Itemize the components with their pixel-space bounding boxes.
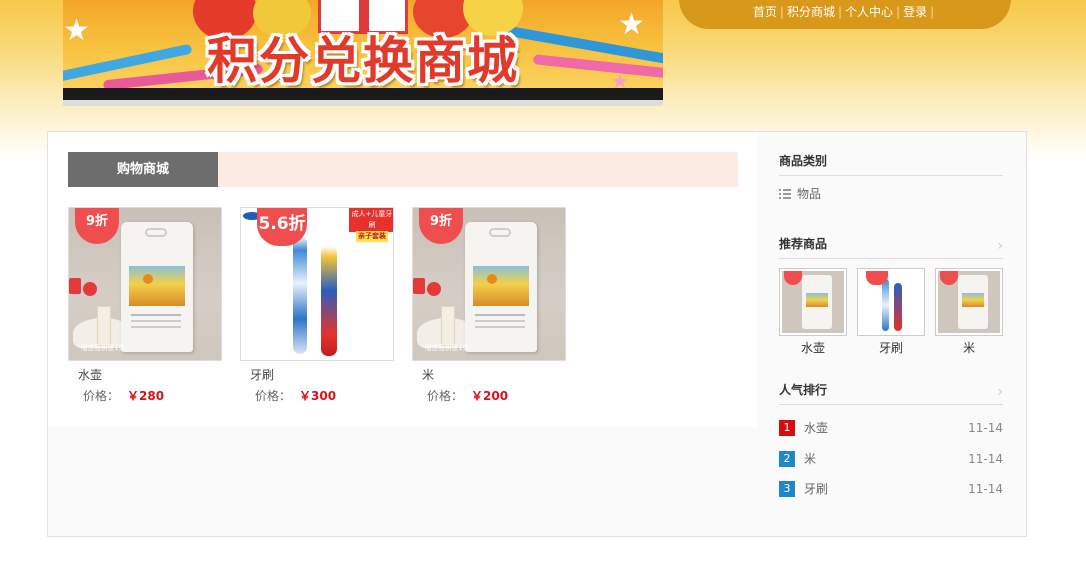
product-price-row: 价格： ￥280 bbox=[83, 388, 222, 404]
recommend-label[interactable]: 水壶 bbox=[779, 341, 847, 355]
discount-badge: 9折 bbox=[75, 208, 119, 244]
recommend-label[interactable]: 牙刷 bbox=[857, 341, 925, 355]
image-caption: 赠送瓶树篮1条 bbox=[81, 344, 126, 352]
popular-heading-text: 人气排行 bbox=[779, 383, 828, 397]
rank-number: 1 bbox=[779, 420, 795, 436]
product-card[interactable]: 5.6折 成人+儿童牙刷 亲子套装 牙刷 价格： ￥300 bbox=[240, 207, 394, 404]
gift-badge-icon bbox=[427, 282, 441, 296]
nav-home-link[interactable]: 首页 bbox=[753, 5, 777, 19]
toothbrush-blue-graphic bbox=[293, 236, 307, 354]
popular-rank-item[interactable]: 1 水壶 11-14 bbox=[779, 420, 1003, 436]
product-name[interactable]: 米 bbox=[422, 367, 566, 383]
recommend-thumb[interactable] bbox=[779, 268, 847, 336]
rank-name[interactable]: 牙刷 bbox=[804, 481, 828, 497]
gift-badge-icon bbox=[83, 282, 97, 296]
product-box-graphic bbox=[97, 306, 111, 346]
rank-name[interactable]: 米 bbox=[804, 451, 816, 467]
recommend-label[interactable]: 米 bbox=[935, 341, 1003, 355]
rank-number: 2 bbox=[779, 451, 795, 467]
category-item-goods[interactable]: 物品 bbox=[779, 185, 821, 203]
product-image[interactable]: 9折 赠送瓶树篮1条 bbox=[68, 207, 222, 361]
popular-heading: 人气排行 › bbox=[779, 381, 1003, 405]
rank-date: 11-14 bbox=[968, 482, 1003, 496]
promo-tag-icon bbox=[69, 278, 81, 294]
nav-separator: | bbox=[896, 5, 901, 19]
discount-badge: 9折 bbox=[419, 208, 463, 244]
nav-separator: | bbox=[779, 5, 784, 19]
category-heading-text: 商品类别 bbox=[779, 154, 828, 168]
promo-tag-icon bbox=[413, 278, 425, 294]
product-price: ￥200 bbox=[471, 389, 509, 403]
price-label: 价格： bbox=[255, 389, 292, 403]
recommend-thumb[interactable] bbox=[857, 268, 925, 336]
category-item-label: 物品 bbox=[797, 187, 822, 201]
popular-rank-item[interactable]: 2 米 11-14 bbox=[779, 451, 1003, 467]
nav-login-link[interactable]: 登录 bbox=[903, 5, 927, 19]
banner-title: 积分兑换商城 bbox=[207, 32, 519, 90]
rice-bag-graphic bbox=[121, 222, 193, 352]
promo-tag: 成人+儿童牙刷 亲子套装 bbox=[349, 208, 393, 242]
recommend-item[interactable]: 米 bbox=[935, 268, 1003, 355]
nav-personal-center-link[interactable]: 个人中心 bbox=[845, 5, 893, 19]
recommend-item[interactable]: 水壶 bbox=[779, 268, 847, 355]
product-image[interactable]: 9折 赠送瓶树篮1条 bbox=[412, 207, 566, 361]
product-price: ￥280 bbox=[127, 389, 165, 403]
image-caption: 赠送瓶树篮1条 bbox=[425, 344, 470, 352]
rank-date: 11-14 bbox=[968, 452, 1003, 466]
product-price-row: 价格： ￥200 bbox=[427, 388, 566, 404]
product-name[interactable]: 牙刷 bbox=[250, 367, 394, 383]
gift-box-graphic bbox=[318, 0, 408, 34]
chevron-right-icon[interactable]: › bbox=[997, 237, 1003, 255]
product-card[interactable]: 9折 赠送瓶树篮1条 米 价格： ￥200 bbox=[412, 207, 566, 404]
toothbrush-red-graphic bbox=[321, 246, 337, 356]
rice-bag-graphic bbox=[465, 222, 537, 352]
promo-tag-line2: 亲子套装 bbox=[356, 231, 388, 242]
discount-badge: 5.6折 bbox=[257, 208, 307, 246]
category-heading: 商品类别 bbox=[779, 152, 1003, 176]
banner-bottom-edge bbox=[63, 100, 663, 106]
recommend-heading: 推荐商品 › bbox=[779, 235, 1003, 259]
top-nav: 首页 | 积分商城 | 个人中心 | 登录 | bbox=[679, 0, 1011, 29]
chevron-right-icon[interactable]: › bbox=[997, 383, 1003, 401]
popular-rank-item[interactable]: 3 牙刷 11-14 bbox=[779, 481, 1003, 497]
rank-date: 11-14 bbox=[968, 421, 1003, 435]
nav-separator: | bbox=[930, 5, 935, 19]
product-price-row: 价格： ￥300 bbox=[255, 388, 394, 404]
recommend-heading-text: 推荐商品 bbox=[779, 237, 828, 251]
product-card[interactable]: 9折 赠送瓶树篮1条 水壶 价格： ￥280 bbox=[68, 207, 222, 404]
nav-points-mall-link[interactable]: 积分商城 bbox=[787, 5, 835, 19]
product-name[interactable]: 水壶 bbox=[78, 367, 222, 383]
recommend-item[interactable]: 牙刷 bbox=[857, 268, 925, 355]
product-image[interactable]: 5.6折 成人+儿童牙刷 亲子套装 bbox=[240, 207, 394, 361]
product-box-graphic bbox=[441, 306, 455, 346]
nav-separator: | bbox=[837, 5, 842, 19]
rank-name[interactable]: 水壶 bbox=[804, 420, 828, 436]
tab-shopping-mall[interactable]: 购物商城 bbox=[68, 152, 218, 187]
price-label: 价格： bbox=[83, 389, 120, 403]
recommend-thumb[interactable] bbox=[935, 268, 1003, 336]
price-label: 价格： bbox=[427, 389, 464, 403]
rank-number: 3 bbox=[779, 481, 795, 497]
list-icon bbox=[779, 189, 791, 199]
promo-tag-line1: 成人+儿童牙刷 bbox=[351, 210, 393, 229]
banner: ★ ★ ★ ★ 积分兑换商城 bbox=[63, 0, 663, 106]
product-price: ￥300 bbox=[299, 389, 337, 403]
